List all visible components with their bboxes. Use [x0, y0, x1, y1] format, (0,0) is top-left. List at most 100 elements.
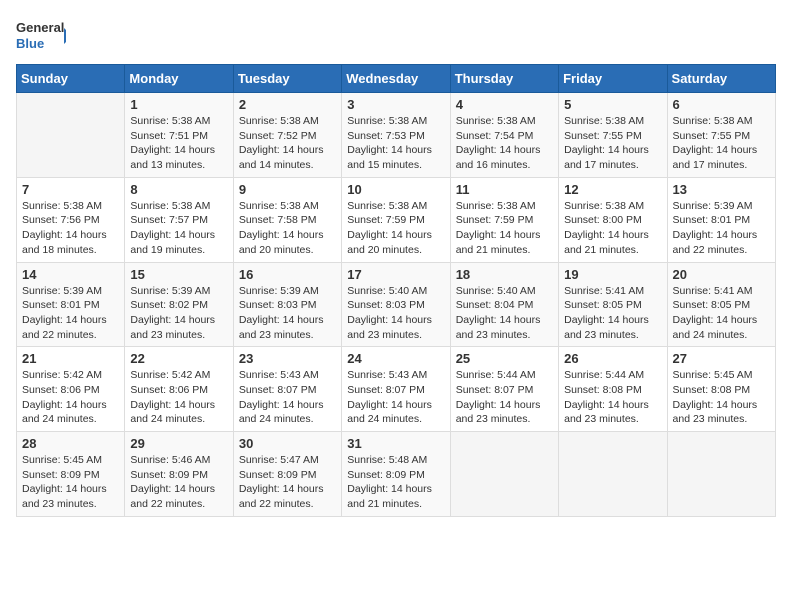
day-info: Sunrise: 5:45 AM Sunset: 8:09 PM Dayligh… — [22, 453, 119, 512]
day-info: Sunrise: 5:40 AM Sunset: 8:04 PM Dayligh… — [456, 284, 553, 343]
day-number: 14 — [22, 267, 119, 282]
day-number: 6 — [673, 97, 770, 112]
calendar-cell: 27 Sunrise: 5:45 AM Sunset: 8:08 PM Dayli… — [667, 347, 775, 432]
day-info: Sunrise: 5:44 AM Sunset: 8:07 PM Dayligh… — [456, 368, 553, 427]
day-number: 5 — [564, 97, 661, 112]
svg-text:General: General — [16, 20, 64, 35]
day-number: 19 — [564, 267, 661, 282]
day-number: 13 — [673, 182, 770, 197]
day-header-saturday: Saturday — [667, 65, 775, 93]
calendar-cell: 15 Sunrise: 5:39 AM Sunset: 8:02 PM Dayli… — [125, 262, 233, 347]
calendar-cell: 3Sunrise: 5:38 AM Sunset: 7:53 PM Daylig… — [342, 93, 450, 178]
calendar-cell: 16 Sunrise: 5:39 AM Sunset: 8:03 PM Dayli… — [233, 262, 341, 347]
calendar-week-row: 14Sunrise: 5:39 AM Sunset: 8:01 PM Dayli… — [17, 262, 776, 347]
day-info: Sunrise: 5:42 AM Sunset: 8:06 PM Dayligh… — [22, 368, 119, 427]
calendar-cell: 7 Sunrise: 5:38 AM Sunset: 7:56 PM Daylig… — [17, 177, 125, 262]
day-info: Sunrise: 5:41 AM Sunset: 8:05 PM Dayligh… — [673, 284, 770, 343]
day-info: Sunrise: 5:48 AM Sunset: 8:09 PM Dayligh… — [347, 453, 444, 512]
day-number: 4 — [456, 97, 553, 112]
calendar-cell: 14Sunrise: 5:39 AM Sunset: 8:01 PM Dayli… — [17, 262, 125, 347]
day-number: 23 — [239, 351, 336, 366]
logo: General Blue — [16, 16, 66, 56]
day-number: 15 — [130, 267, 227, 282]
calendar-cell: 20 Sunrise: 5:41 AM Sunset: 8:05 PM Dayli… — [667, 262, 775, 347]
day-info: Sunrise: 5:38 AM Sunset: 7:57 PM Dayligh… — [130, 199, 227, 258]
day-number: 22 — [130, 351, 227, 366]
day-number: 26 — [564, 351, 661, 366]
day-info: Sunrise: 5:38 AM Sunset: 7:52 PM Dayligh… — [239, 114, 336, 173]
day-info: Sunrise: 5:38 AM Sunset: 7:55 PM Dayligh… — [564, 114, 661, 173]
day-header-sunday: Sunday — [17, 65, 125, 93]
day-number: 25 — [456, 351, 553, 366]
day-info: Sunrise: 5:39 AM Sunset: 8:02 PM Dayligh… — [130, 284, 227, 343]
day-info: Sunrise: 5:38 AM Sunset: 7:59 PM Dayligh… — [347, 199, 444, 258]
calendar-cell: 4Sunrise: 5:38 AM Sunset: 7:54 PM Daylig… — [450, 93, 558, 178]
day-header-tuesday: Tuesday — [233, 65, 341, 93]
header: General Blue — [16, 16, 776, 56]
calendar-week-row: 1 Sunrise: 5:38 AM Sunset: 7:51 PM Daylig… — [17, 93, 776, 178]
day-info: Sunrise: 5:43 AM Sunset: 8:07 PM Dayligh… — [239, 368, 336, 427]
day-number: 27 — [673, 351, 770, 366]
day-info: Sunrise: 5:39 AM Sunset: 8:01 PM Dayligh… — [673, 199, 770, 258]
day-info: Sunrise: 5:38 AM Sunset: 7:56 PM Dayligh… — [22, 199, 119, 258]
day-number: 3 — [347, 97, 444, 112]
day-number: 31 — [347, 436, 444, 451]
day-header-friday: Friday — [559, 65, 667, 93]
calendar-cell: 2Sunrise: 5:38 AM Sunset: 7:52 PM Daylig… — [233, 93, 341, 178]
calendar-cell: 21 Sunrise: 5:42 AM Sunset: 8:06 PM Dayli… — [17, 347, 125, 432]
day-info: Sunrise: 5:45 AM Sunset: 8:08 PM Dayligh… — [673, 368, 770, 427]
day-header-monday: Monday — [125, 65, 233, 93]
calendar-cell — [17, 93, 125, 178]
calendar-cell: 31 Sunrise: 5:48 AM Sunset: 8:09 PM Dayli… — [342, 432, 450, 517]
calendar-cell: 23 Sunrise: 5:43 AM Sunset: 8:07 PM Dayli… — [233, 347, 341, 432]
day-info: Sunrise: 5:40 AM Sunset: 8:03 PM Dayligh… — [347, 284, 444, 343]
calendar-cell: 1 Sunrise: 5:38 AM Sunset: 7:51 PM Daylig… — [125, 93, 233, 178]
day-number: 29 — [130, 436, 227, 451]
calendar: SundayMondayTuesdayWednesdayThursdayFrid… — [16, 64, 776, 517]
day-number: 30 — [239, 436, 336, 451]
day-number: 10 — [347, 182, 444, 197]
day-number: 12 — [564, 182, 661, 197]
calendar-cell: 10 Sunrise: 5:38 AM Sunset: 7:59 PM Dayli… — [342, 177, 450, 262]
calendar-cell: 24 Sunrise: 5:43 AM Sunset: 8:07 PM Dayli… — [342, 347, 450, 432]
calendar-cell: 30 Sunrise: 5:47 AM Sunset: 8:09 PM Dayli… — [233, 432, 341, 517]
calendar-cell: 26 Sunrise: 5:44 AM Sunset: 8:08 PM Dayli… — [559, 347, 667, 432]
calendar-cell: 28 Sunrise: 5:45 AM Sunset: 8:09 PM Dayli… — [17, 432, 125, 517]
calendar-cell — [450, 432, 558, 517]
day-info: Sunrise: 5:38 AM Sunset: 7:51 PM Dayligh… — [130, 114, 227, 173]
day-info: Sunrise: 5:47 AM Sunset: 8:09 PM Dayligh… — [239, 453, 336, 512]
calendar-header-row: SundayMondayTuesdayWednesdayThursdayFrid… — [17, 65, 776, 93]
day-info: Sunrise: 5:42 AM Sunset: 8:06 PM Dayligh… — [130, 368, 227, 427]
calendar-cell — [559, 432, 667, 517]
day-number: 28 — [22, 436, 119, 451]
day-info: Sunrise: 5:43 AM Sunset: 8:07 PM Dayligh… — [347, 368, 444, 427]
day-info: Sunrise: 5:38 AM Sunset: 8:00 PM Dayligh… — [564, 199, 661, 258]
day-info: Sunrise: 5:44 AM Sunset: 8:08 PM Dayligh… — [564, 368, 661, 427]
calendar-cell: 5 Sunrise: 5:38 AM Sunset: 7:55 PM Daylig… — [559, 93, 667, 178]
calendar-cell: 8 Sunrise: 5:38 AM Sunset: 7:57 PM Daylig… — [125, 177, 233, 262]
day-number: 21 — [22, 351, 119, 366]
calendar-week-row: 28 Sunrise: 5:45 AM Sunset: 8:09 PM Dayli… — [17, 432, 776, 517]
calendar-cell — [667, 432, 775, 517]
calendar-cell: 13 Sunrise: 5:39 AM Sunset: 8:01 PM Dayli… — [667, 177, 775, 262]
day-number: 20 — [673, 267, 770, 282]
calendar-week-row: 7 Sunrise: 5:38 AM Sunset: 7:56 PM Daylig… — [17, 177, 776, 262]
day-number: 9 — [239, 182, 336, 197]
calendar-week-row: 21 Sunrise: 5:42 AM Sunset: 8:06 PM Dayli… — [17, 347, 776, 432]
day-number: 24 — [347, 351, 444, 366]
day-info: Sunrise: 5:46 AM Sunset: 8:09 PM Dayligh… — [130, 453, 227, 512]
day-number: 8 — [130, 182, 227, 197]
calendar-cell: 19 Sunrise: 5:41 AM Sunset: 8:05 PM Dayli… — [559, 262, 667, 347]
day-header-thursday: Thursday — [450, 65, 558, 93]
calendar-cell: 17 Sunrise: 5:40 AM Sunset: 8:03 PM Dayli… — [342, 262, 450, 347]
day-number: 17 — [347, 267, 444, 282]
day-info: Sunrise: 5:39 AM Sunset: 8:03 PM Dayligh… — [239, 284, 336, 343]
day-number: 7 — [22, 182, 119, 197]
day-number: 18 — [456, 267, 553, 282]
calendar-cell: 11Sunrise: 5:38 AM Sunset: 7:59 PM Dayli… — [450, 177, 558, 262]
day-number: 1 — [130, 97, 227, 112]
day-number: 16 — [239, 267, 336, 282]
day-info: Sunrise: 5:41 AM Sunset: 8:05 PM Dayligh… — [564, 284, 661, 343]
calendar-cell: 22 Sunrise: 5:42 AM Sunset: 8:06 PM Dayli… — [125, 347, 233, 432]
calendar-cell: 12 Sunrise: 5:38 AM Sunset: 8:00 PM Dayli… — [559, 177, 667, 262]
